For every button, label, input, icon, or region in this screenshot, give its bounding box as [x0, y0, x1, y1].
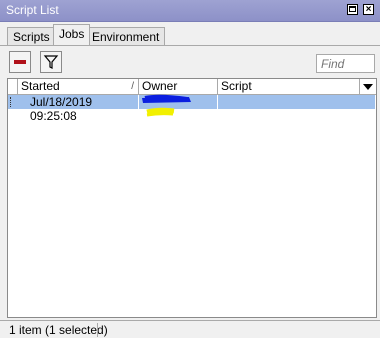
toolbar — [0, 50, 380, 76]
tab-scripts[interactable]: Scripts — [7, 27, 56, 45]
chevron-down-icon[interactable] — [360, 79, 376, 94]
redaction-scribble — [142, 94, 191, 117]
status-text: 1 item (1 selected) — [9, 323, 108, 337]
window-title: Script List — [6, 3, 59, 17]
title-bar: Script List × — [0, 0, 380, 22]
column-started[interactable]: Started / — [18, 79, 139, 94]
remove-button[interactable] — [9, 51, 31, 73]
row-marker — [10, 97, 14, 107]
column-started-label: Started — [21, 79, 60, 93]
tab-jobs[interactable]: Jobs — [53, 24, 91, 45]
sort-indicator: / — [131, 81, 134, 92]
table-row[interactable]: Jul/18/2019 09:25:08 — [8, 94, 376, 123]
filter-button[interactable] — [40, 51, 62, 73]
column-script[interactable]: Script — [218, 79, 360, 94]
tab-environment[interactable]: Environment — [86, 27, 166, 45]
maximize-icon[interactable] — [347, 4, 358, 15]
tab-divider — [0, 45, 380, 46]
cell-script — [218, 95, 376, 109]
close-icon[interactable]: × — [363, 4, 374, 15]
status-divider — [97, 323, 98, 337]
cell-started: Jul/18/2019 09:25:08 — [18, 95, 139, 123]
column-owner[interactable]: Owner — [139, 79, 218, 94]
tab-bar: Scripts Jobs Environment — [0, 24, 380, 45]
funnel-icon — [43, 55, 59, 69]
status-bar: 1 item (1 selected) — [0, 320, 380, 338]
jobs-table: Started / Owner Script Jul/18/2019 09:25… — [7, 78, 377, 318]
find-input[interactable] — [316, 54, 375, 73]
header-spacer — [8, 79, 18, 94]
cell-owner — [139, 94, 218, 117]
